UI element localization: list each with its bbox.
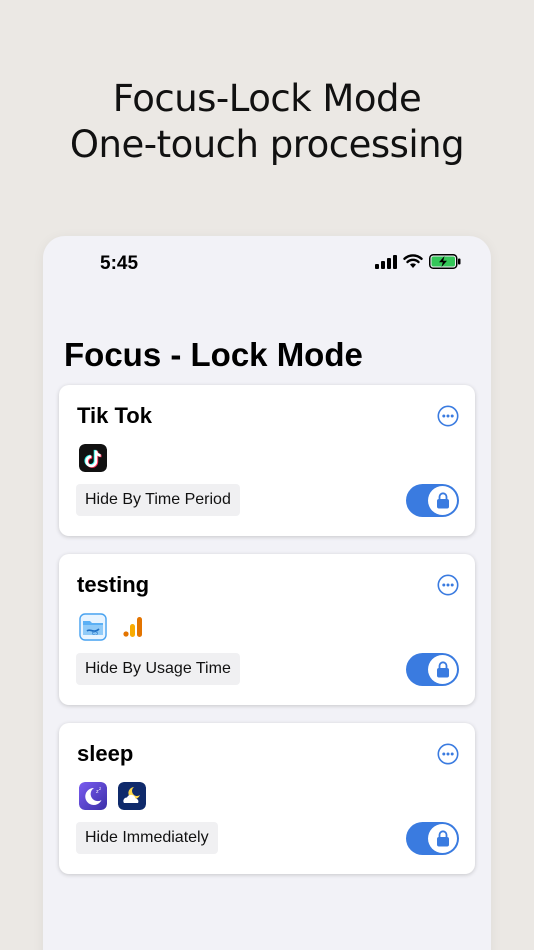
svg-text:ES: ES	[92, 631, 98, 637]
toggle-knob	[428, 486, 457, 515]
headline-line-1: Focus-Lock Mode	[112, 77, 422, 120]
rule-card[interactable]: Tik Tok Hide By Time Period	[59, 385, 475, 536]
rule-card[interactable]: sleep z z Hide Immediately	[59, 723, 475, 874]
promo-headline: Focus-Lock Mode One-touch processing	[0, 76, 534, 168]
page-title: Focus - Lock Mode	[64, 336, 363, 373]
more-options-icon[interactable]	[437, 405, 459, 427]
rule-title: sleep	[77, 741, 134, 766]
wifi-icon	[403, 254, 423, 268]
svg-text:z: z	[99, 786, 101, 791]
lock-icon	[436, 830, 449, 847]
hide-mode-label: Hide By Time Period	[76, 484, 240, 516]
cellular-signal-icon	[375, 254, 397, 269]
rule-title: testing	[77, 572, 150, 597]
hide-mode-label: Hide Immediately	[76, 822, 218, 854]
lock-icon	[436, 661, 449, 678]
app-icon-list: ES	[79, 613, 146, 641]
app-icon-list	[79, 444, 107, 472]
lock-icon	[436, 492, 449, 509]
toggle-knob	[428, 824, 457, 853]
headline-line-2: One-touch processing	[69, 123, 465, 166]
file-transfer-app-icon: ES	[79, 613, 107, 641]
app-icon-list: z z	[79, 782, 146, 810]
toggle-knob	[428, 655, 457, 684]
phone-screen: 5:45 Focus - Lock Mode Tik Tok Hide By T…	[43, 236, 491, 950]
lock-toggle[interactable]	[406, 484, 459, 517]
analytics-app-icon	[118, 613, 146, 641]
night-weather-app-icon	[118, 782, 146, 810]
rule-card[interactable]: testing ES Hide By Usage Time	[59, 554, 475, 705]
hide-mode-label: Hide By Usage Time	[76, 653, 240, 685]
tiktok-icon	[79, 444, 107, 472]
more-options-icon[interactable]	[437, 574, 459, 596]
status-time: 5:45	[100, 253, 139, 274]
lock-toggle[interactable]	[406, 822, 459, 855]
sleep-moon-app-icon: z z	[79, 782, 107, 810]
rule-title: Tik Tok	[77, 403, 152, 428]
lock-toggle[interactable]	[406, 653, 459, 686]
battery-charging-icon	[429, 254, 461, 269]
status-icons	[375, 254, 461, 269]
more-options-icon[interactable]	[437, 743, 459, 765]
